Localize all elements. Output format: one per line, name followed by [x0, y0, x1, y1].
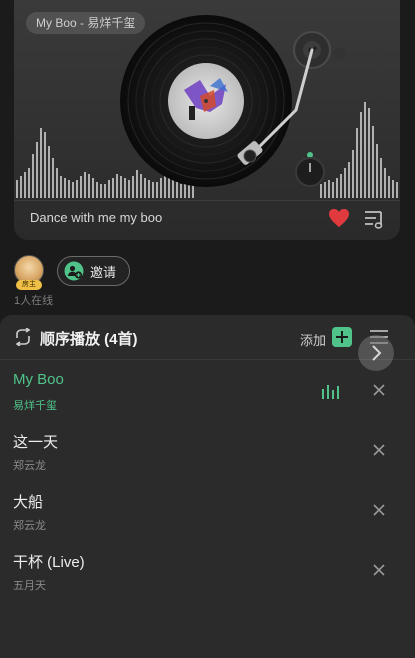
track-row[interactable]: 干杯 (Live) 五月天: [0, 551, 415, 611]
add-user-icon: [64, 261, 84, 281]
chevron-right-icon[interactable]: [358, 335, 394, 371]
track-row[interactable]: 大船 郑云龙: [0, 491, 415, 551]
now-playing-equalizer-icon: [322, 385, 339, 399]
invite-label: 邀请: [90, 264, 117, 280]
online-count: 1人在线: [14, 295, 54, 307]
remove-track-close-icon[interactable]: [372, 563, 386, 577]
now-playing-pill: My Boo - 易烊千玺: [26, 12, 146, 34]
track-title: 大船: [13, 494, 44, 511]
queue-header: 顺序播放 (4首) 添加: [0, 315, 415, 359]
add-label[interactable]: 添加: [300, 330, 326, 349]
invite-button[interactable]: 邀请: [57, 256, 130, 286]
play-mode-label[interactable]: 顺序播放 (4首): [40, 328, 138, 349]
card-divider: [14, 200, 400, 201]
like-heart-icon[interactable]: [328, 208, 350, 228]
sequential-repeat-icon[interactable]: [13, 328, 33, 346]
remove-track-close-icon[interactable]: [372, 443, 386, 457]
track-title: 干杯 (Live): [13, 554, 85, 571]
track-artist: 易烊千玺: [13, 400, 57, 412]
queue-sheet: 顺序播放 (4首) 添加 My Boo 易烊千玺 这一天 郑云龙 大船 郑云龙 …: [0, 315, 415, 658]
track-row[interactable]: 这一天 郑云龙: [0, 431, 415, 491]
album-label-art: [168, 63, 244, 139]
remove-track-close-icon[interactable]: [372, 503, 386, 517]
track-artist: 郑云龙: [13, 520, 46, 532]
remove-track-close-icon[interactable]: [372, 383, 386, 397]
speed-knob: [295, 152, 325, 187]
track-row[interactable]: My Boo 易烊千玺: [0, 371, 415, 431]
track-title: 这一天: [13, 434, 59, 451]
lyric-line: Dance with me my boo: [30, 210, 163, 225]
track-artist: 五月天: [13, 580, 46, 592]
player-card: My Boo - 易烊千玺 Dance with me my boo: [14, 0, 400, 240]
track-title: My Boo: [13, 371, 64, 388]
add-song-plus-icon[interactable]: [332, 327, 352, 347]
track-artist: 郑云龙: [13, 460, 46, 472]
playlist-music-icon[interactable]: [364, 209, 386, 229]
queue-divider: [0, 359, 415, 360]
host-badge: 房主: [16, 280, 42, 290]
